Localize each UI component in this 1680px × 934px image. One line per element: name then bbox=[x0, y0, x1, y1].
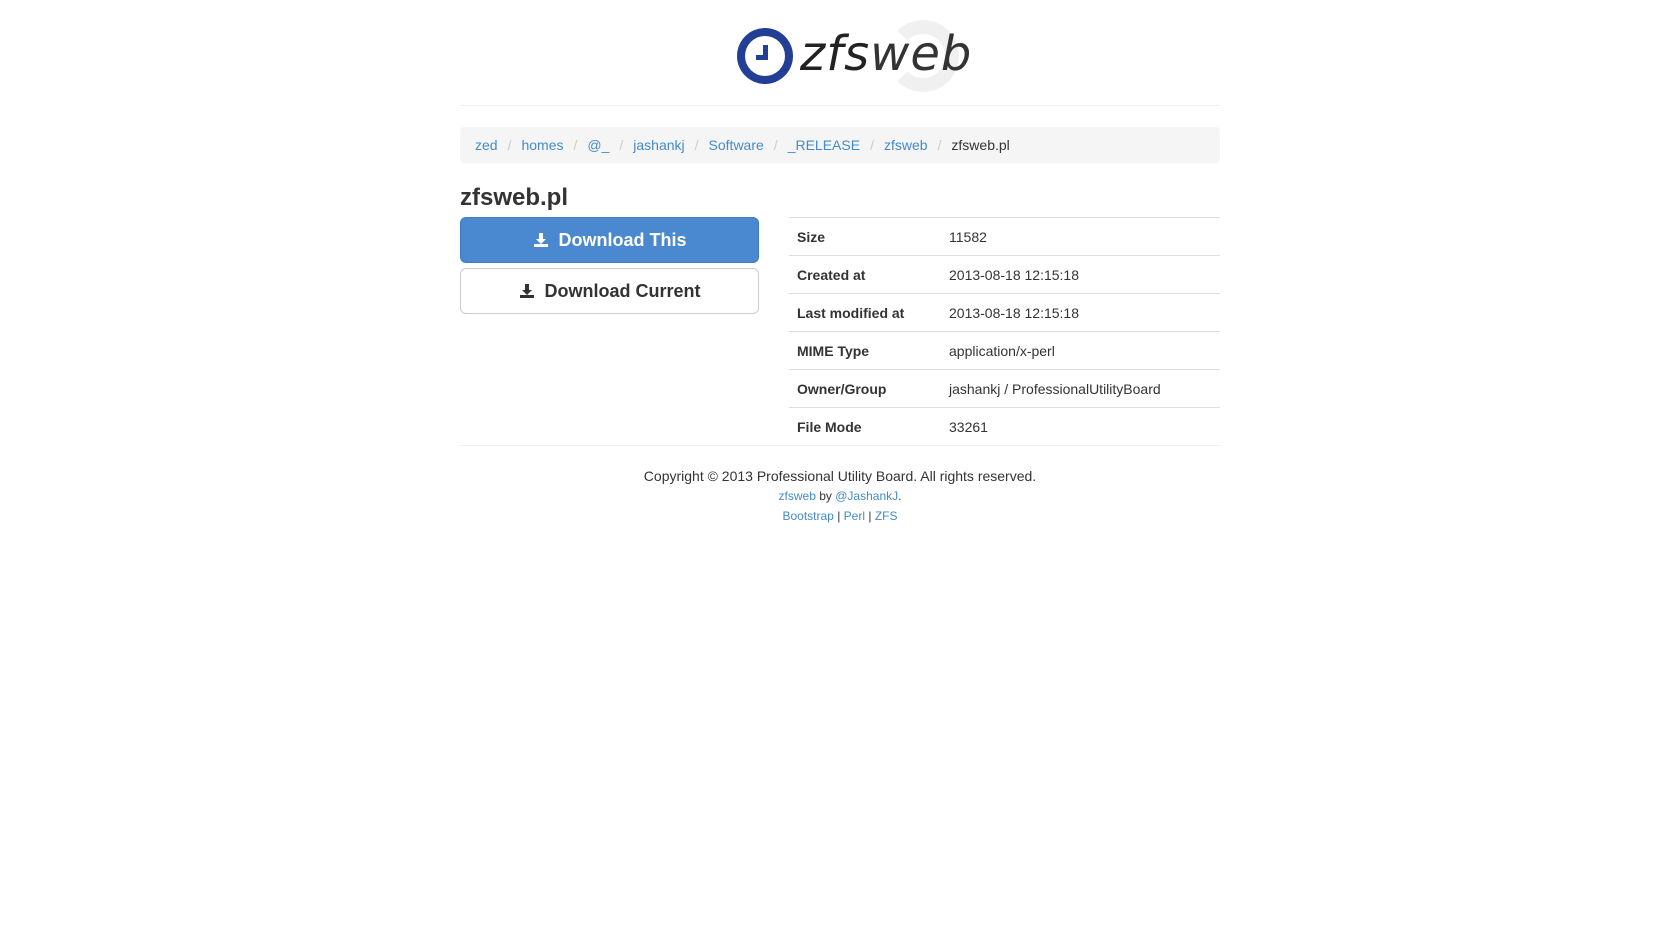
download-this-button[interactable]: Download This bbox=[460, 217, 759, 263]
download-actions: Download This Download Current bbox=[460, 217, 759, 445]
meta-value-mime: application/x-perl bbox=[941, 331, 1220, 370]
logo-text: zfsweb bbox=[800, 26, 973, 82]
meta-value-mode: 33261 bbox=[941, 407, 1220, 445]
breadcrumb: zed / homes / @_ / jashankj / Software /… bbox=[460, 127, 1220, 163]
breadcrumb-separator: / bbox=[937, 137, 942, 153]
breadcrumb-separator: / bbox=[694, 137, 699, 153]
link-separator: | bbox=[868, 509, 872, 523]
table-row: Size 11582 bbox=[789, 217, 1220, 256]
file-metadata: Size 11582 Created at 2013-08-18 12:15:1… bbox=[789, 217, 1220, 445]
bootstrap-link[interactable]: Bootstrap bbox=[782, 509, 833, 523]
zfs-link[interactable]: ZFS bbox=[875, 509, 898, 523]
breadcrumb-item-release[interactable]: _RELEASE bbox=[788, 137, 860, 153]
metadata-table: Size 11582 Created at 2013-08-18 12:15:1… bbox=[789, 217, 1220, 445]
content-row: Download This Download Current Size 1158… bbox=[460, 217, 1220, 445]
link-separator: | bbox=[837, 509, 841, 523]
table-row: Owner/Group jashankj / ProfessionalUtili… bbox=[789, 369, 1220, 408]
breadcrumb-separator: / bbox=[507, 137, 512, 153]
meta-key-created: Created at bbox=[789, 255, 941, 294]
tech-links: Bootstrap | Perl | ZFS bbox=[460, 506, 1220, 526]
breadcrumb-item-software[interactable]: Software bbox=[709, 137, 764, 153]
meta-key-owner: Owner/Group bbox=[789, 369, 941, 408]
meta-value-modified: 2013-08-18 12:15:18 bbox=[941, 293, 1220, 332]
perl-link[interactable]: Perl bbox=[844, 509, 865, 523]
meta-value-size: 11582 bbox=[941, 217, 1220, 256]
table-row: MIME Type application/x-perl bbox=[789, 331, 1220, 370]
credits-line: zfsweb by @JashankJ. bbox=[460, 486, 1220, 506]
author-link[interactable]: @JashankJ bbox=[835, 489, 898, 503]
meta-key-size: Size bbox=[789, 217, 941, 256]
download-current-label: Download Current bbox=[544, 280, 701, 301]
meta-key-mime: MIME Type bbox=[789, 331, 941, 370]
breadcrumb-separator: / bbox=[773, 137, 778, 153]
credits-period: . bbox=[898, 489, 902, 503]
header-divider bbox=[460, 105, 1220, 106]
page: zfsweb zed / homes / @_ / jashankj / Sof… bbox=[460, 0, 1220, 526]
meta-value-owner: jashankj / ProfessionalUtilityBoard bbox=[941, 369, 1220, 408]
breadcrumb-item-zfsweb[interactable]: zfsweb bbox=[884, 137, 928, 153]
table-row: Last modified at 2013-08-18 12:15:18 bbox=[789, 293, 1220, 332]
breadcrumb-item-homes[interactable]: homes bbox=[521, 137, 563, 153]
breadcrumb-active: zfsweb.pl bbox=[951, 137, 1010, 153]
download-current-button[interactable]: Download Current bbox=[460, 268, 759, 314]
footer: Copyright © 2013 Professional Utility Bo… bbox=[460, 446, 1220, 526]
breadcrumb-separator: / bbox=[870, 137, 874, 153]
meta-key-modified: Last modified at bbox=[789, 293, 941, 332]
table-row: Created at 2013-08-18 12:15:18 bbox=[789, 255, 1220, 294]
breadcrumb-separator: / bbox=[619, 137, 624, 153]
download-icon bbox=[533, 233, 548, 247]
logo[interactable]: zfsweb bbox=[460, 0, 1220, 105]
table-row: File Mode 33261 bbox=[789, 407, 1220, 445]
breadcrumb-separator: / bbox=[573, 137, 578, 153]
copyright-text: Copyright © 2013 Professional Utility Bo… bbox=[643, 468, 1037, 484]
by-text: by bbox=[819, 489, 832, 503]
download-icon bbox=[519, 284, 534, 298]
meta-key-mode: File Mode bbox=[789, 407, 941, 445]
breadcrumb-item-zed[interactable]: zed bbox=[475, 137, 498, 153]
breadcrumb-item-jashankj[interactable]: jashankj bbox=[633, 137, 684, 153]
meta-value-created: 2013-08-18 12:15:18 bbox=[941, 255, 1220, 294]
clock-icon bbox=[737, 28, 793, 84]
zfsweb-link[interactable]: zfsweb bbox=[779, 489, 816, 503]
breadcrumb-item-at[interactable]: @_ bbox=[587, 137, 609, 153]
page-title: zfsweb.pl bbox=[460, 184, 569, 211]
download-this-label: Download This bbox=[558, 229, 687, 250]
